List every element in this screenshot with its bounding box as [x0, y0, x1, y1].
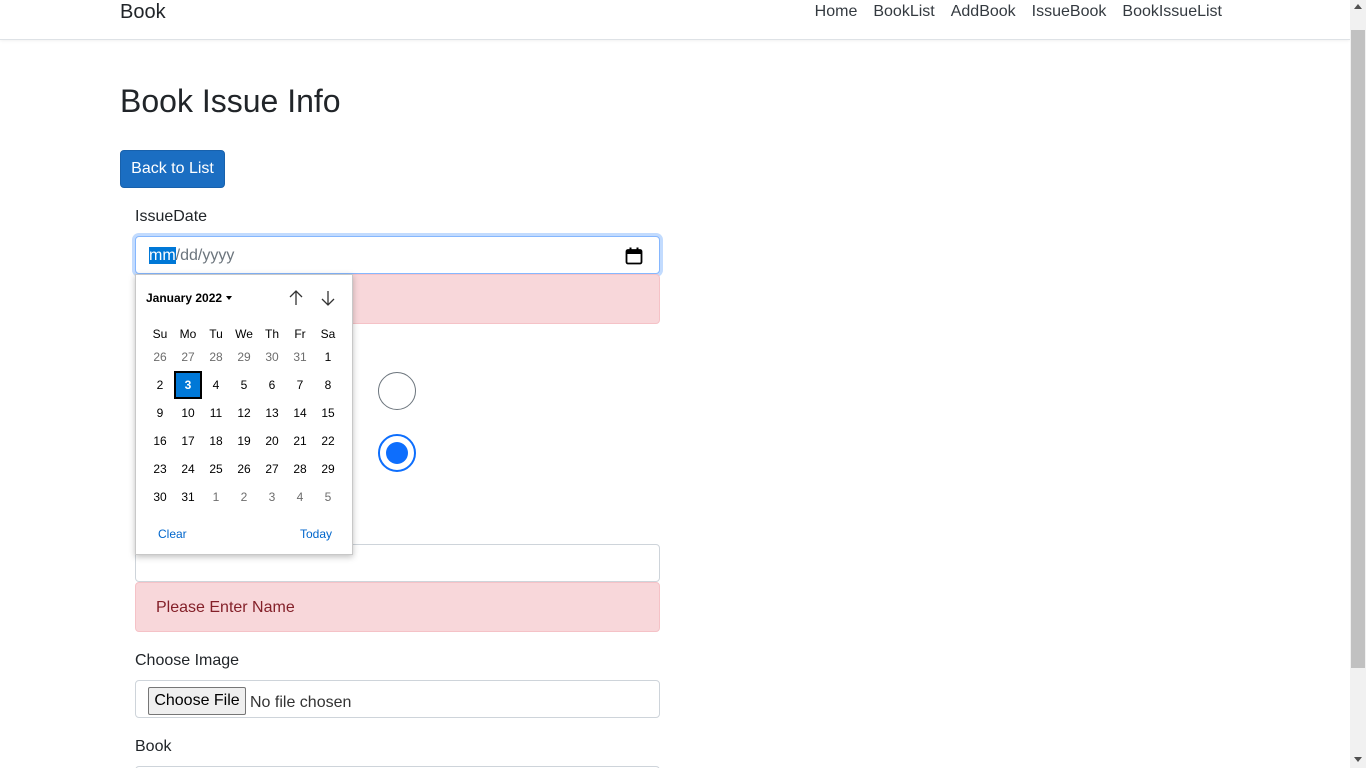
- calendar-day[interactable]: 9: [146, 399, 174, 427]
- calendar-icon[interactable]: [625, 247, 643, 265]
- issue-date-placeholder: mm/dd/yyyy: [149, 246, 234, 266]
- weekday-label: We: [235, 327, 253, 341]
- previous-month-arrow-icon[interactable]: [287, 289, 305, 307]
- calendar-day[interactable]: 6: [258, 371, 286, 399]
- nav-link-booklist[interactable]: BookList: [873, 2, 934, 22]
- month-year-text: January 2022: [146, 291, 223, 305]
- calendar-day[interactable]: 29: [314, 455, 342, 483]
- issue-date-label: IssueDate: [135, 208, 208, 225]
- choose-image-label: Choose Image: [135, 652, 240, 669]
- weekday-label: Su: [152, 327, 168, 341]
- weekday-label: Tu: [209, 327, 223, 341]
- calendar-day[interactable]: 27: [258, 455, 286, 483]
- weekday-label: Fr: [294, 327, 306, 341]
- image-file-input[interactable]: Choose File No file chosen: [135, 680, 660, 718]
- calendar-day-selected[interactable]: 3: [174, 371, 202, 399]
- calendar-day[interactable]: 25: [202, 455, 230, 483]
- calendar-day[interactable]: 10: [174, 399, 202, 427]
- radio-option-2[interactable]: [378, 434, 416, 472]
- nav-link-bookissuelist[interactable]: BookIssueList: [1122, 2, 1222, 22]
- calendar-day[interactable]: 1: [314, 343, 342, 371]
- no-file-chosen-text: No file chosen: [250, 694, 352, 711]
- calendar-day[interactable]: 31: [286, 343, 314, 371]
- nav-link-issuebook[interactable]: IssueBook: [1032, 2, 1107, 22]
- calendar-week-row: 2345678: [146, 371, 342, 399]
- calendar-day[interactable]: 5: [230, 371, 258, 399]
- issue-date-input[interactable]: mm/dd/yyyy: [135, 236, 660, 274]
- calendar-day[interactable]: 20: [258, 427, 286, 455]
- calendar-day[interactable]: 31: [174, 483, 202, 511]
- choose-file-button[interactable]: Choose File: [148, 687, 246, 715]
- calendar-day[interactable]: 13: [258, 399, 286, 427]
- nav-link-addbook[interactable]: AddBook: [951, 2, 1016, 22]
- name-error-alert: Please Enter Name: [135, 582, 660, 632]
- weekday-label: Sa: [320, 327, 336, 341]
- calendar-week-row: 23 24 25 26 27 28 29: [146, 455, 342, 483]
- calendar-day[interactable]: 26: [230, 455, 258, 483]
- calendar-day[interactable]: 5: [314, 483, 342, 511]
- nav-link-home[interactable]: Home: [815, 2, 858, 22]
- scroll-thumb[interactable]: [1351, 30, 1365, 668]
- calendar-day[interactable]: 16: [146, 427, 174, 455]
- radio-option-1[interactable]: [378, 372, 416, 410]
- calendar-day[interactable]: 19: [230, 427, 258, 455]
- calendar-grid: Su Mo Tu We Th Fr Sa 26 27 28 29 30 31 1 2 3 4 5 6 7…: [146, 325, 342, 511]
- back-to-list-button[interactable]: Back to List: [120, 150, 225, 188]
- calendar-day[interactable]: 3: [258, 483, 286, 511]
- calendar-week-row: 16 17 18 19 20 21 22: [146, 427, 342, 455]
- weekday-label: Th: [264, 327, 279, 341]
- calendar-week-row: 9 10 11 12 13 14 15: [146, 399, 342, 427]
- calendar-day[interactable]: 26: [146, 343, 174, 371]
- month-year-dropdown[interactable]: January 2022: [146, 291, 233, 305]
- nav-links: Home BookList AddBook IssueBook BookIssu…: [799, 2, 1222, 22]
- calendar-day[interactable]: 28: [286, 455, 314, 483]
- calendar-day[interactable]: 14: [286, 399, 314, 427]
- calendar-day[interactable]: 28: [202, 343, 230, 371]
- calendar-day[interactable]: 30: [146, 483, 174, 511]
- calendar-day[interactable]: 15: [314, 399, 342, 427]
- page-scrollbar[interactable]: [1350, 0, 1366, 768]
- calendar-day[interactable]: 29: [230, 343, 258, 371]
- scroll-down-arrow-icon[interactable]: [1354, 757, 1362, 762]
- calendar-day[interactable]: 12: [230, 399, 258, 427]
- calendar-day[interactable]: 8: [314, 371, 342, 399]
- calendar-day[interactable]: 4: [286, 483, 314, 511]
- calendar-day[interactable]: 17: [174, 427, 202, 455]
- calendar-day[interactable]: 30: [258, 343, 286, 371]
- calendar-day[interactable]: 2: [146, 371, 174, 399]
- name-error-text: Please Enter Name: [156, 599, 295, 616]
- book-label: Book: [135, 738, 172, 755]
- next-month-arrow-icon[interactable]: [319, 289, 337, 307]
- clear-date-button[interactable]: Clear: [158, 527, 187, 541]
- weekday-label: Mo: [179, 327, 197, 341]
- caret-down-icon: [226, 296, 233, 300]
- today-button[interactable]: Today: [300, 527, 332, 541]
- calendar-day[interactable]: 2: [230, 483, 258, 511]
- calendar-day[interactable]: 4: [202, 371, 230, 399]
- date-segments-rest[interactable]: /dd/yyyy: [176, 247, 235, 264]
- calendar-day[interactable]: 18: [202, 427, 230, 455]
- calendar-week-row: 26 27 28 29 30 31 1: [146, 343, 342, 371]
- month-segment-selected[interactable]: mm: [149, 247, 176, 264]
- scroll-up-arrow-icon[interactable]: [1354, 4, 1362, 9]
- calendar-day[interactable]: 22: [314, 427, 342, 455]
- calendar-week-row: 30 31 1 2 3 4 5: [146, 483, 342, 511]
- calendar-day[interactable]: 1: [202, 483, 230, 511]
- calendar-day[interactable]: 11: [202, 399, 230, 427]
- brand-link[interactable]: Book: [120, 0, 166, 24]
- calendar-day[interactable]: 7: [286, 371, 314, 399]
- calendar-day[interactable]: 27: [174, 343, 202, 371]
- weekday-header: Su Mo Tu We Th Fr Sa: [146, 325, 342, 343]
- calendar-day[interactable]: 23: [146, 455, 174, 483]
- calendar-day[interactable]: 24: [174, 455, 202, 483]
- page-title: Book Issue Info: [120, 83, 341, 119]
- calendar-day[interactable]: 21: [286, 427, 314, 455]
- top-navbar: Book Home BookList AddBook IssueBook Boo…: [0, 0, 1350, 40]
- date-picker-popup: January 2022 Su Mo Tu We Th Fr Sa 26 27 28…: [135, 274, 353, 555]
